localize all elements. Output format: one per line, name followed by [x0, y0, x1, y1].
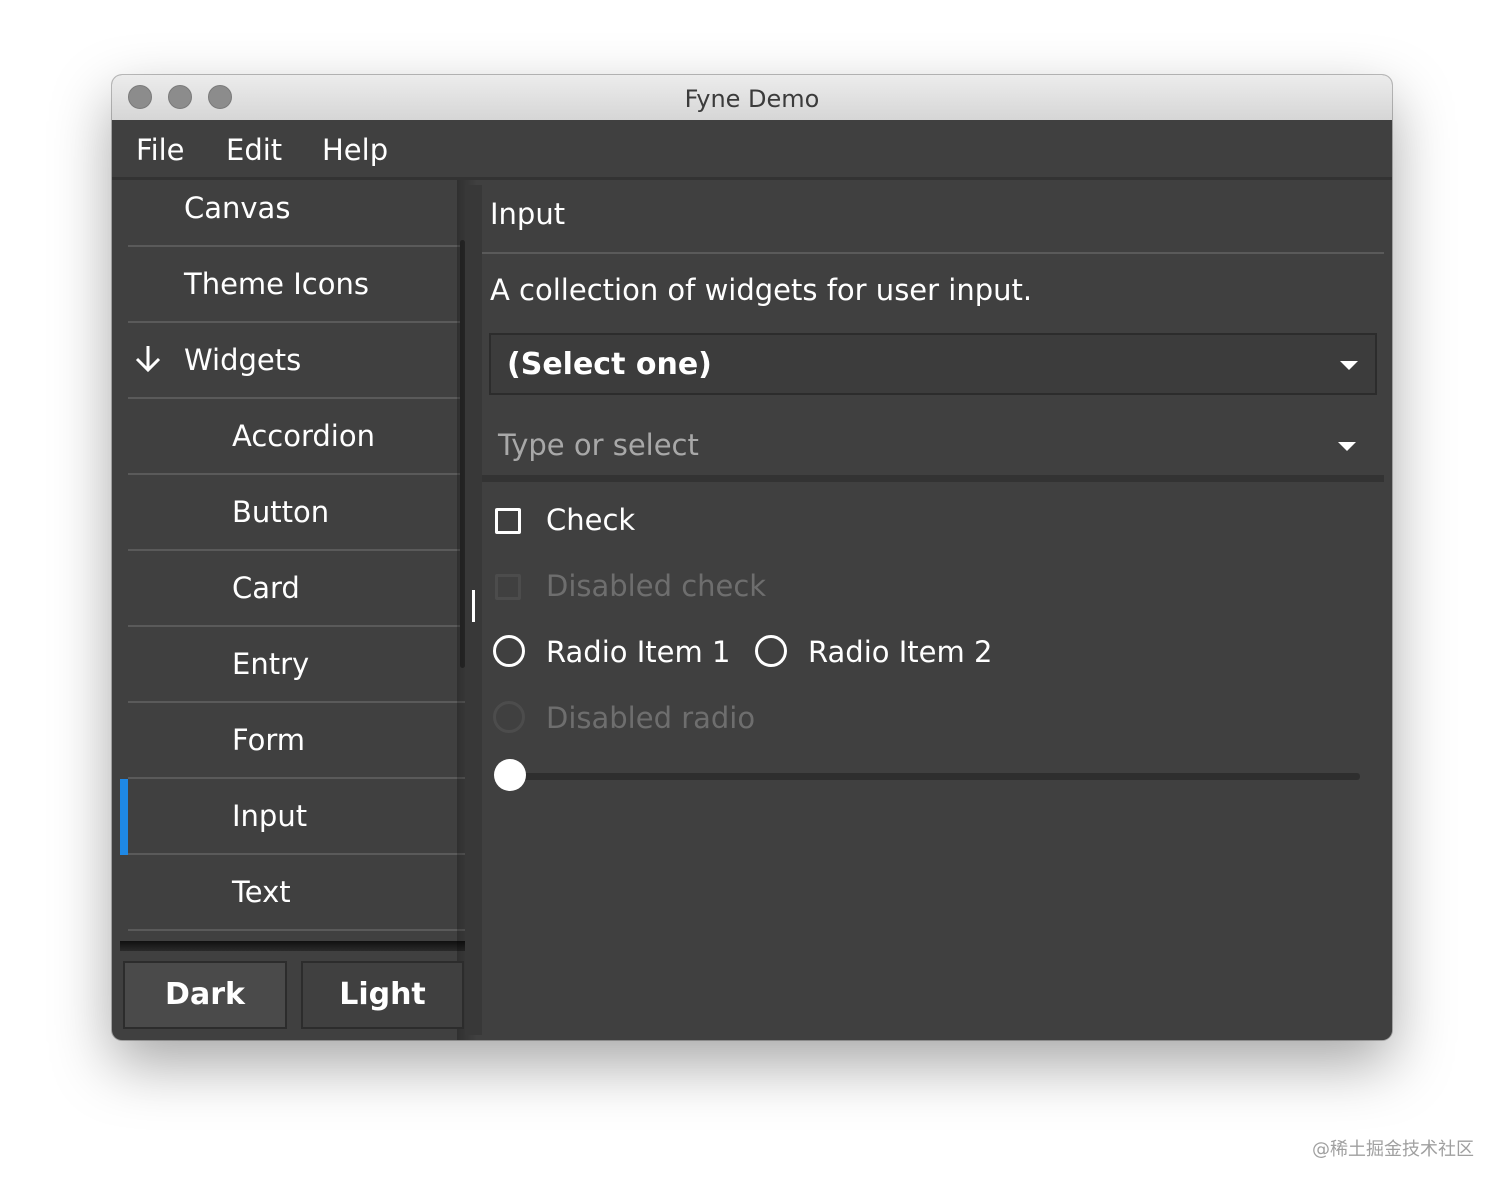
light-theme-button[interactable]: Light [301, 961, 464, 1029]
tree-item-form[interactable]: Form [128, 703, 465, 779]
disabled-radio-label: Disabled radio [546, 701, 756, 735]
select-entry-placeholder: Type or select [498, 428, 699, 462]
radio-item-2-label[interactable]: Radio Item 2 [808, 635, 992, 669]
window-title: Fyne Demo [684, 85, 820, 113]
radio-item-1-label[interactable]: Radio Item 1 [546, 635, 730, 669]
radio-item-2-button[interactable] [755, 635, 787, 667]
tree-item-button[interactable]: Button [128, 475, 465, 551]
title-bar: Fyne Demo [112, 75, 1392, 121]
select-dropdown[interactable]: (Select one) [489, 333, 1377, 395]
selection-indicator [120, 779, 128, 855]
dark-theme-button[interactable]: Dark [123, 961, 287, 1029]
tree-item-label: Card [232, 571, 300, 605]
chevron-down-icon[interactable] [1338, 442, 1356, 451]
menu-help[interactable]: Help [322, 133, 388, 167]
tree-item-label: Accordion [232, 419, 375, 453]
check-checkbox[interactable] [495, 508, 521, 534]
tree-item-label: Input [232, 799, 308, 833]
tree-item-label: Widgets [184, 343, 302, 377]
tree-item-entry[interactable]: Entry [128, 627, 465, 703]
slider-thumb[interactable] [494, 759, 526, 791]
tree-item-canvas[interactable]: Canvas [128, 185, 465, 247]
scroll-shadow [120, 941, 465, 951]
chevron-down-icon [1340, 361, 1358, 370]
content-panel: Input A collection of widgets for user i… [482, 185, 1392, 1040]
title-separator [482, 252, 1384, 254]
tree-item-label: Theme Icons [184, 267, 369, 301]
split-handle[interactable] [472, 590, 475, 622]
tree-item-text[interactable]: Text [128, 855, 465, 931]
tree-item-input[interactable]: Input [120, 779, 465, 855]
menu-bar: File Edit Help [112, 120, 1392, 180]
tree-item-widgets[interactable]: Widgets [128, 323, 465, 399]
select-entry[interactable]: Type or select [482, 410, 1384, 482]
tree-item-accordion[interactable]: Accordion [128, 399, 465, 475]
select-value: (Select one) [507, 347, 712, 382]
app-window: Fyne Demo File Edit Help Canvas Theme Ic… [112, 75, 1392, 1040]
tree-item-label: Text [232, 875, 291, 909]
check-label[interactable]: Check [546, 503, 635, 537]
disabled-check-checkbox [495, 574, 521, 600]
tree-item-label: Button [232, 495, 330, 529]
tree-item-label: Entry [232, 647, 310, 681]
arrow-down-icon[interactable] [134, 343, 162, 375]
tree-item-theme-icons[interactable]: Theme Icons [128, 247, 465, 323]
navigation-tree[interactable]: Canvas Theme Icons Widgets Accordion But… [120, 185, 465, 945]
menu-edit[interactable]: Edit [226, 133, 282, 167]
slider-track[interactable] [502, 773, 1360, 780]
tree-item-card[interactable]: Card [128, 551, 465, 627]
page-subtitle: A collection of widgets for user input. [490, 273, 1033, 307]
radio-item-1-button[interactable] [493, 635, 525, 667]
tree-item-label: Canvas [184, 191, 291, 225]
menu-file[interactable]: File [136, 133, 185, 167]
watermark: @稀土掘金技术社区 [1312, 1139, 1474, 1160]
page-title: Input [490, 197, 566, 231]
entry-underline [482, 475, 1384, 482]
disabled-check-label: Disabled check [546, 569, 767, 603]
disabled-radio-button [493, 701, 525, 733]
tree-item-label: Form [232, 723, 306, 757]
